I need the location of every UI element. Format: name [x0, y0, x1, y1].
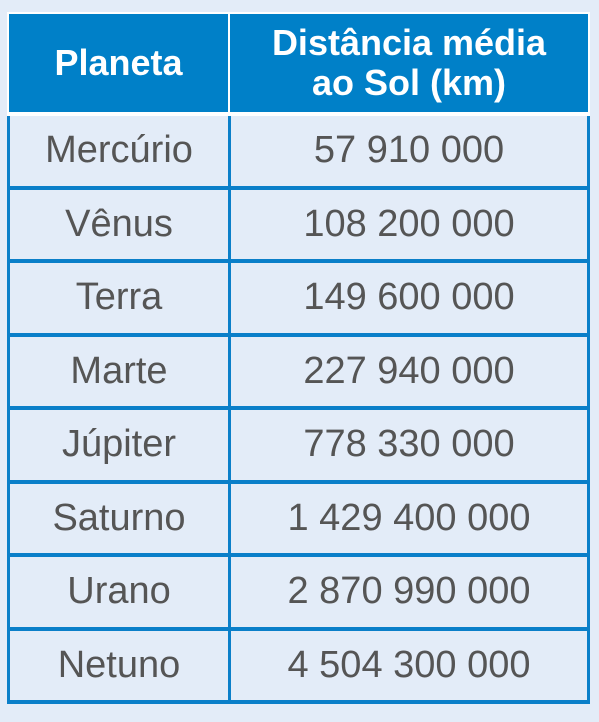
- distance-cell: 57 910 000: [313, 129, 505, 172]
- distance-cell: 778 330 000: [303, 423, 515, 466]
- header-distance-line1: Distância média: [271, 22, 547, 63]
- table-row: Vênus 108 200 000: [7, 189, 590, 263]
- planet-cell: Mercúrio: [10, 116, 231, 186]
- distance-cell: 108 200 000: [303, 202, 515, 245]
- header-distance: Distância média ao Sol (km): [230, 14, 588, 112]
- table-row: Saturno 1 429 400 000: [7, 483, 590, 557]
- planet-cell: Saturno: [10, 483, 231, 553]
- table-body: Mercúrio 57 910 000 Vênus 108 200 000 Terra 1…: [7, 116, 590, 704]
- table-row: Júpiter 778 330 000: [7, 410, 590, 484]
- distance-cell: 4 504 300 000: [287, 643, 531, 686]
- planet-cell: Urano: [10, 557, 231, 627]
- table-row: Marte 227 940 000: [7, 336, 590, 410]
- planet-cell: Marte: [10, 336, 231, 406]
- distance-cell: 2 870 990 000: [287, 570, 531, 613]
- table-header: Planeta Distância média ao Sol (km): [7, 12, 590, 116]
- planet-cell: Terra: [10, 263, 231, 333]
- distance-cell: 227 940 000: [303, 349, 515, 392]
- header-planet: Planeta: [9, 14, 228, 112]
- header-distance-line2: ao Sol (km): [311, 62, 507, 103]
- distance-cell: 149 600 000: [303, 276, 515, 319]
- table-row: Mercúrio 57 910 000: [7, 116, 590, 190]
- distance-cell: 1 429 400 000: [287, 496, 531, 539]
- planet-cell: Júpiter: [10, 410, 231, 480]
- planet-distance-table: Planeta Distância média ao Sol (km) Merc…: [7, 12, 590, 704]
- table-row: Terra 149 600 000: [7, 263, 590, 337]
- table-row: Urano 2 870 990 000: [7, 557, 590, 631]
- planet-cell: Netuno: [10, 630, 231, 700]
- planet-cell: Vênus: [10, 189, 231, 259]
- table-row: Netuno 4 504 300 000: [7, 630, 590, 704]
